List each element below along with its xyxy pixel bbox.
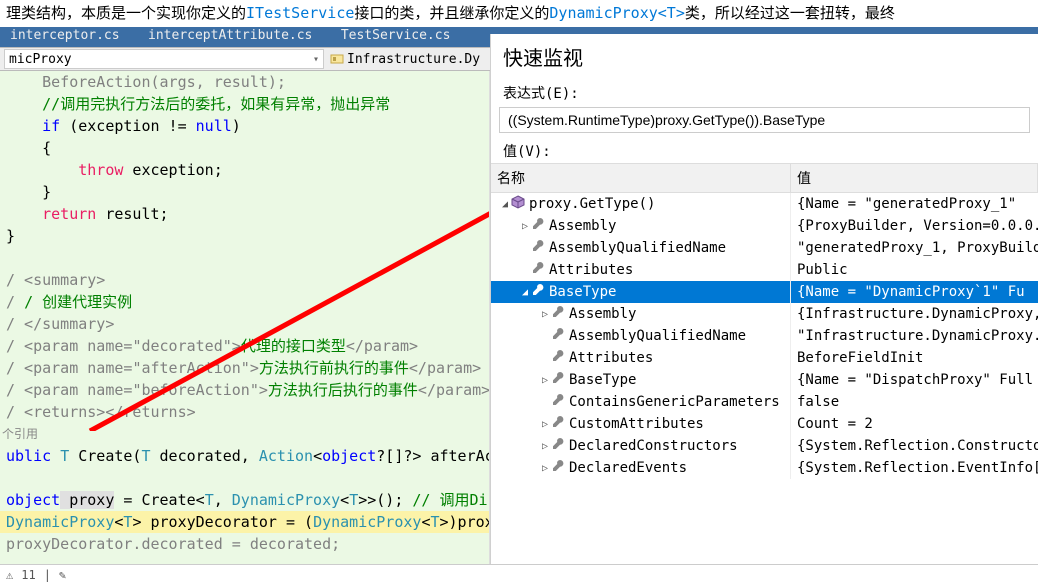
code-line: // [6,95,60,113]
warning-icon: ⚠ [6,568,13,582]
expression-input[interactable] [499,107,1030,133]
watch-row[interactable]: AssemblyQualifiedName "Infrastructure.Dyn… [491,325,1038,347]
code-line: / <returns></returns> [0,401,489,423]
class-dropdown[interactable]: micProxy▾ [4,49,324,69]
code-line: BeforeAction(args, result); [6,73,286,91]
expander-icon[interactable]: ▷ [539,441,551,452]
tab-testservice[interactable]: TestService.cs [331,27,461,44]
watch-row[interactable]: ContainsGenericParameters false [491,391,1038,413]
prop-name: CustomAttributes [569,416,704,432]
watch-row[interactable]: AssemblyQualifiedName "generatedProxy_1, … [491,237,1038,259]
prop-name: BaseType [569,372,636,388]
code-line: } [0,181,489,203]
watch-header: 名称 值 [491,163,1038,193]
prop-name: DeclaredEvents [569,460,687,476]
status-bar: ⚠ 11 | ✎ [0,564,1038,584]
prop-value: {Name = "DispatchProxy" Full [791,372,1038,388]
prop-value: Count = 2 [791,416,1038,432]
wrench-icon [551,393,569,411]
toolbar-sep: | [44,568,51,582]
chevron-down-icon: ▾ [313,54,319,65]
prop-value: {Name = "generatedProxy_1" [791,196,1038,212]
quickwatch-panel: 快速监视 表达式(E): 值(V): 名称 值 ◢ proxy.GetType()… [490,34,1038,584]
expander-icon[interactable]: ▷ [539,419,551,430]
wrench-icon [531,217,549,235]
code-line: / <summary> [0,269,489,291]
col-value[interactable]: 值 [791,164,1038,192]
watch-row[interactable]: ▷ Assembly {ProxyBuilder, Version=0.0.0.0, [491,215,1038,237]
wrench-icon [531,261,549,279]
prop-value: BeforeFieldInit [791,350,1038,366]
watch-tree[interactable]: ◢ proxy.GetType() {Name = "generatedProxy_… [491,193,1038,584]
code-line: / </summary> [0,313,489,335]
wrench-icon [551,349,569,367]
wrench-icon [531,239,549,257]
expander-icon[interactable]: ▷ [539,463,551,474]
prop-value: {System.Reflection.EventInfo[0 [791,460,1038,476]
expander-icon[interactable]: ▷ [519,221,531,232]
prop-name: Attributes [569,350,653,366]
references-hint[interactable]: 个引用 [0,423,489,445]
watch-row[interactable]: Attributes BeforeFieldInit [491,347,1038,369]
prop-value: {Name = "DynamicProxy`1" Fu [791,284,1038,300]
prop-value: {ProxyBuilder, Version=0.0.0.0, [791,218,1038,234]
prop-value: Public [791,262,1038,278]
code-line: { [0,137,489,159]
prop-value: "generatedProxy_1, ProxyBuild [791,240,1038,256]
wrench-icon [551,437,569,455]
wrench-icon [551,459,569,477]
watch-row[interactable]: ▷ DeclaredEvents {System.Reflection.EventI… [491,457,1038,479]
wrench-icon [531,283,549,301]
code-line: return [6,205,96,223]
expander-icon[interactable]: ◢ [499,199,511,210]
expander-icon[interactable]: ▷ [539,309,551,320]
prop-name: ContainsGenericParameters [569,394,780,410]
watch-row[interactable]: ▷ CustomAttributes Count = 2 [491,413,1038,435]
prop-name: DeclaredConstructors [569,438,738,454]
namespace-dropdown[interactable]: Infrastructure.Dy [330,52,480,67]
namespace-icon [330,52,344,66]
col-name[interactable]: 名称 [491,164,791,192]
watch-row[interactable]: ◢ proxy.GetType() {Name = "generatedProxy_… [491,193,1038,215]
code-line: if [6,117,60,135]
wrench-icon [551,305,569,323]
quickwatch-title: 快速监视 [491,34,1038,79]
expression-label: 表达式(E): [491,79,1038,105]
prop-value: false [791,394,1038,410]
prop-name: AssemblyQualifiedName [549,240,726,256]
watch-row[interactable]: Attributes Public [491,259,1038,281]
wrench-icon [551,415,569,433]
expander-icon[interactable]: ▷ [539,375,551,386]
wrench-icon [551,327,569,345]
cube-icon [511,195,529,213]
tab-interceptor[interactable]: interceptor.cs [0,27,130,44]
prop-name: Assembly [549,218,616,234]
warning-count: 11 [21,568,35,582]
prop-name: Attributes [549,262,633,278]
prop-name: BaseType [549,284,616,300]
code-line: } [0,225,489,247]
watch-row[interactable]: ▷ DeclaredConstructors {System.Reflection.… [491,435,1038,457]
prop-name: proxy.GetType() [529,196,655,212]
prop-name: Assembly [569,306,636,322]
wrench-icon [551,371,569,389]
code-line: proxyDecorator.decorated = decorated; [0,533,489,555]
code-line: throw [6,161,123,179]
watch-row[interactable]: ◢ BaseType {Name = "DynamicProxy`1" Fu [491,281,1038,303]
watch-row[interactable]: ▷ BaseType {Name = "DispatchProxy" Full [491,369,1038,391]
article-text: 理类结构，本质是一个实现你定义的ITestService接口的类，并且继承你定义… [0,0,1038,25]
code-line: / 创建代理实例 [24,293,132,311]
tab-interceptattribute[interactable]: interceptAttribute.cs [138,27,322,44]
code-editor[interactable]: BeforeAction(args, result); //调用完执行方法后的委… [0,71,490,567]
expander-icon[interactable]: ◢ [519,287,531,298]
prop-value: {System.Reflection.Constructo [791,438,1038,454]
prop-value: "Infrastructure.DynamicProxy.I [791,328,1038,344]
value-label: 值(V): [491,135,1038,163]
prop-name: AssemblyQualifiedName [569,328,746,344]
prop-value: {Infrastructure.DynamicProxy, [791,306,1038,322]
watch-row[interactable]: ▷ Assembly {Infrastructure.DynamicProxy, [491,303,1038,325]
